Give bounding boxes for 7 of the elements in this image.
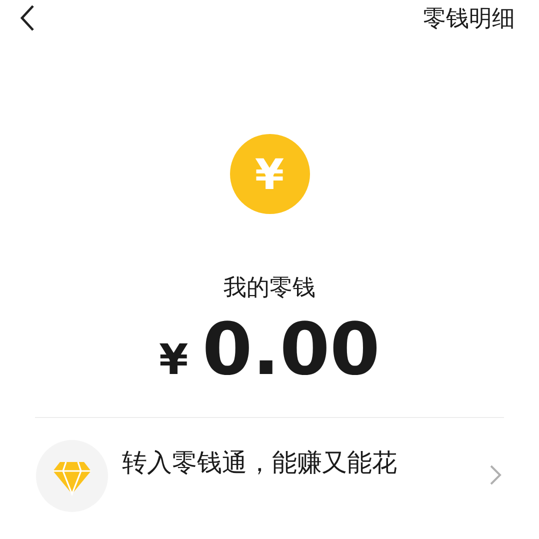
balance-amount: 0.00 [202, 307, 380, 391]
promo-title[interactable]: 转入零钱通，能赚又能花 [122, 446, 489, 479]
back-icon[interactable] [18, 4, 36, 32]
coin-icon: ¥ [230, 134, 310, 214]
balance-label: 我的零钱 [224, 274, 316, 303]
page-title: 零钱明细 [423, 4, 515, 34]
currency-symbol: ¥ [159, 335, 188, 384]
